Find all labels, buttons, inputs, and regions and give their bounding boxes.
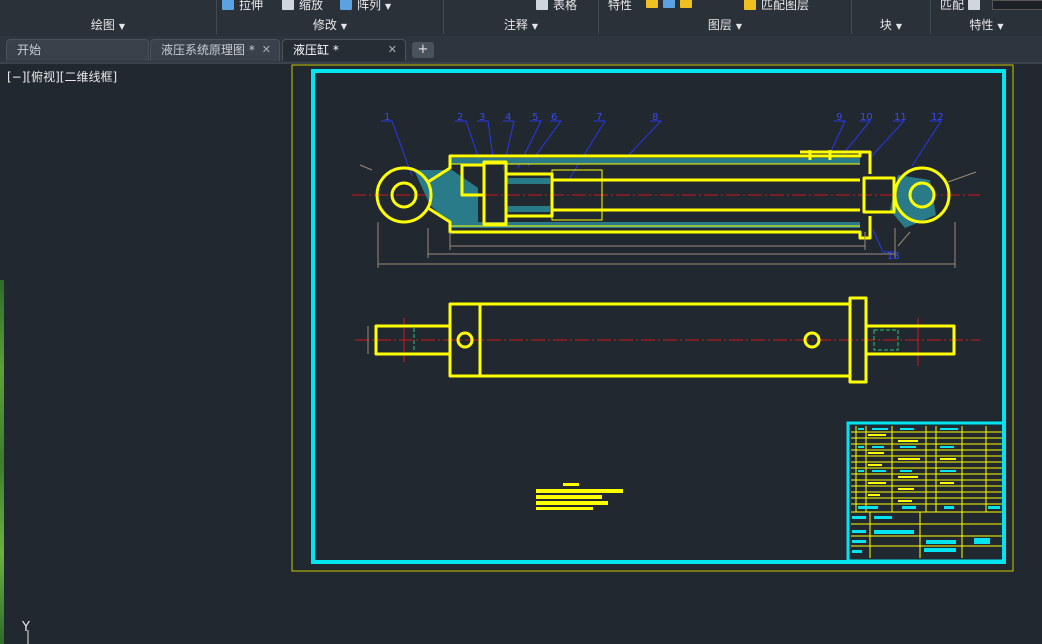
close-icon[interactable]: ✕ xyxy=(262,40,271,60)
section-view: 1 2 3 4 5 6 7 8 9 10 11 12 13 xyxy=(352,112,980,268)
section-hatch xyxy=(414,158,936,228)
match-layer-button[interactable]: 匹配图层 xyxy=(744,0,809,13)
balloon-4: 4 xyxy=(505,112,511,123)
tab-hydraulic-schematic[interactable]: 液压系统原理图 * ✕ xyxy=(150,39,280,61)
match-layer-icon xyxy=(744,0,756,10)
desktop-background-strip xyxy=(0,280,4,644)
balloon-10: 10 xyxy=(860,112,873,123)
balloon-6: 6 xyxy=(551,112,557,123)
properties-button[interactable]: 特性 xyxy=(608,0,632,13)
array-icon xyxy=(340,0,352,10)
balloon-3: 3 xyxy=(479,112,485,123)
close-icon[interactable]: ✕ xyxy=(388,40,397,60)
panel-annotation[interactable]: 注释 ▼ xyxy=(444,15,598,35)
balloon-13: 13 xyxy=(887,251,900,262)
property-dropdown[interactable] xyxy=(992,0,1042,10)
balloon-11: 11 xyxy=(894,112,907,123)
ribbon-tools-row: 拉伸 缩放 阵列 ▼ 表格 特性 匹配图层 匹配 xyxy=(0,0,1042,15)
plus-icon: + xyxy=(417,42,429,57)
panel-draw[interactable]: 绘图 ▼ xyxy=(0,15,216,35)
scale-icon xyxy=(282,0,294,10)
sheet-border xyxy=(291,64,1014,572)
balloon-7: 7 xyxy=(596,112,602,123)
panel-properties[interactable]: 特性 ▼ xyxy=(931,15,1042,35)
stretch-button[interactable]: 拉伸 xyxy=(222,0,263,13)
external-view xyxy=(355,296,980,384)
viewport-controls-label[interactable]: [−][俯视][二维线框] xyxy=(7,68,117,85)
ucs-icon: Y xyxy=(21,620,30,644)
panel-separator xyxy=(851,0,852,34)
table-button[interactable]: 表格 xyxy=(536,0,577,13)
tab-hydraulic-cylinder[interactable]: 液压缸 * ✕ xyxy=(282,39,406,61)
balloon-5: 5 xyxy=(532,112,538,123)
drawing-canvas[interactable]: 1 2 3 4 5 6 7 8 9 10 11 12 13 xyxy=(291,62,1042,644)
ribbon: 拉伸 缩放 阵列 ▼ 表格 特性 匹配图层 匹配 绘图 ▼ 修改 ▼ 注释 ▼ 图层 ▼ … xyxy=(0,0,1042,37)
panel-separator xyxy=(443,0,444,34)
layer-state-icon xyxy=(663,0,675,8)
panel-block[interactable]: 块 ▼ xyxy=(852,15,930,35)
panel-separator xyxy=(216,0,217,34)
panel-modify[interactable]: 修改 ▼ xyxy=(217,15,443,35)
ribbon-panel-labels: 绘图 ▼ 修改 ▼ 注释 ▼ 图层 ▼ 块 ▼ 特性 ▼ xyxy=(0,15,1042,35)
balloon-12: 12 xyxy=(931,112,944,123)
layer-tools[interactable] xyxy=(646,0,697,10)
scale-button[interactable]: 缩放 xyxy=(282,0,323,13)
tab-start[interactable]: 开始 xyxy=(6,39,149,61)
ucs-y-label: Y xyxy=(21,620,30,635)
file-tab-bar: 开始 液压系统原理图 * ✕ 液压缸 * ✕ xyxy=(0,36,1042,64)
new-tab-button[interactable]: + xyxy=(412,42,434,58)
balloon-2: 2 xyxy=(457,112,463,123)
match-icon xyxy=(968,0,981,10)
panel-separator xyxy=(598,0,599,34)
title-block xyxy=(846,421,1006,563)
balloon-8: 8 xyxy=(652,112,658,123)
layer-icon xyxy=(646,0,658,8)
layer-freeze-icon xyxy=(680,0,692,8)
match-properties-button[interactable]: 匹配 xyxy=(940,0,985,13)
table-icon xyxy=(536,0,548,10)
technical-notes xyxy=(536,483,623,510)
balloon-9: 9 xyxy=(836,112,842,123)
panel-separator xyxy=(930,0,931,34)
balloon-1: 1 xyxy=(384,112,390,123)
panel-layers[interactable]: 图层 ▼ xyxy=(599,15,851,35)
array-button[interactable]: 阵列 ▼ xyxy=(340,0,391,13)
stretch-icon xyxy=(222,0,234,10)
